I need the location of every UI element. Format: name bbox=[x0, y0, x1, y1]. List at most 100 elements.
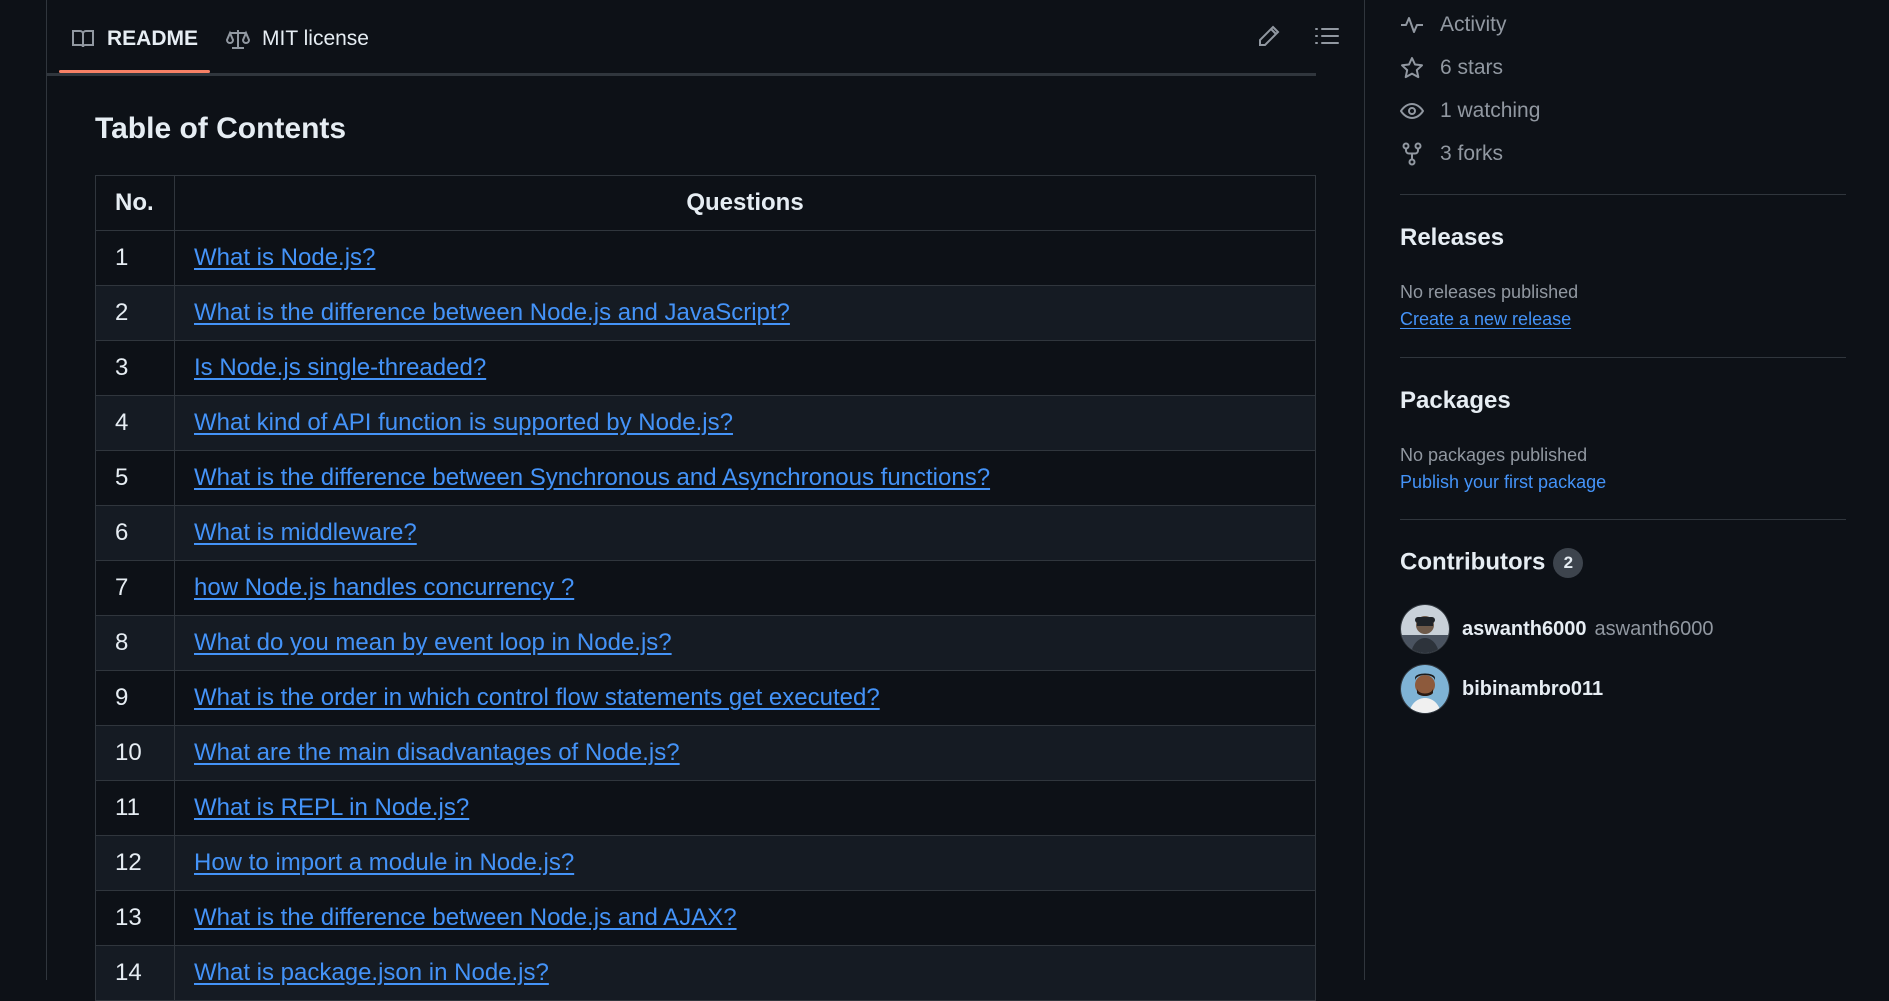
create-release-link[interactable]: Create a new release bbox=[1400, 309, 1571, 330]
question-cell: What do you mean by event loop in Node.j… bbox=[174, 615, 1316, 671]
question-link[interactable]: What is middleware? bbox=[194, 519, 417, 546]
question-cell: What is middleware? bbox=[174, 505, 1316, 561]
publish-package-link[interactable]: Publish your first package bbox=[1400, 472, 1606, 493]
question-cell: What is package.json in Node.js? bbox=[174, 945, 1316, 1001]
question-cell: What is the difference between Synchrono… bbox=[174, 450, 1316, 506]
contributors-heading[interactable]: Contributors 2 bbox=[1400, 548, 1584, 578]
fork-icon bbox=[1400, 142, 1424, 166]
question-link[interactable]: What are the main disadvantages of Node.… bbox=[194, 739, 680, 766]
watchers-label: 1 watching bbox=[1440, 99, 1541, 122]
question-cell: Is Node.js single-threaded? bbox=[174, 340, 1316, 396]
question-link[interactable]: how Node.js handles concurrency ? bbox=[194, 574, 574, 601]
activity-link[interactable]: Activity bbox=[1400, 10, 1507, 40]
readme-header: README MIT license bbox=[47, 0, 1364, 76]
question-cell: What is the difference between Node.js a… bbox=[174, 285, 1316, 341]
contributor-login: bibinambro011 bbox=[1462, 677, 1604, 700]
row-number: 5 bbox=[95, 450, 175, 506]
releases-heading[interactable]: Releases bbox=[1400, 224, 1504, 252]
outline-button[interactable] bbox=[1307, 20, 1347, 56]
question-link[interactable]: What is the difference between Synchrono… bbox=[194, 464, 990, 491]
row-number: 2 bbox=[95, 285, 175, 341]
table-row: 7 how Node.js handles concurrency ? bbox=[95, 560, 1316, 616]
contributor-item[interactable]: aswanth6000 aswanth6000 bbox=[1400, 604, 1714, 654]
releases-empty-text: No releases published bbox=[1400, 282, 1579, 302]
question-cell: How to import a module in Node.js? bbox=[174, 835, 1316, 891]
tab-readme[interactable]: README bbox=[59, 22, 211, 73]
question-link[interactable]: What is the difference between Node.js a… bbox=[194, 904, 737, 931]
contributor-login: aswanth6000 bbox=[1462, 617, 1587, 640]
question-link[interactable]: What do you mean by event loop in Node.j… bbox=[194, 629, 672, 656]
table-row: 8 What do you mean by event loop in Node… bbox=[95, 615, 1316, 671]
table-row: 9 What is the order in which control flo… bbox=[95, 670, 1316, 726]
question-cell: What is the order in which control flow … bbox=[174, 670, 1316, 726]
avatar bbox=[1400, 664, 1450, 714]
question-link[interactable]: How to import a module in Node.js? bbox=[194, 849, 574, 876]
pencil-icon bbox=[1257, 24, 1281, 53]
question-cell: What kind of API function is supported b… bbox=[174, 395, 1316, 451]
row-number: 14 bbox=[95, 945, 175, 1001]
question-cell: What is REPL in Node.js? bbox=[174, 780, 1316, 836]
contributor-item[interactable]: bibinambro011 bbox=[1400, 664, 1603, 714]
table-row: 5 What is the difference between Synchro… bbox=[95, 450, 1316, 506]
row-number: 4 bbox=[95, 395, 175, 451]
sidebar-separator bbox=[1400, 519, 1846, 520]
question-link[interactable]: What is the difference between Node.js a… bbox=[194, 299, 790, 326]
list-icon bbox=[1314, 24, 1340, 53]
stars-label: 6 stars bbox=[1440, 56, 1504, 79]
forks-label: 3 forks bbox=[1440, 142, 1504, 165]
column-header-no: No. bbox=[95, 175, 175, 231]
question-cell: What is the difference between Node.js a… bbox=[174, 890, 1316, 946]
readme-header-border bbox=[47, 73, 1316, 76]
forks-link[interactable]: 3 forks bbox=[1400, 139, 1503, 169]
table-row: 14 What is package.json in Node.js? bbox=[95, 945, 1316, 1001]
watchers-link[interactable]: 1 watching bbox=[1400, 96, 1540, 126]
question-link[interactable]: Is Node.js single-threaded? bbox=[194, 354, 486, 381]
contributors-title: Contributors bbox=[1400, 548, 1546, 576]
row-number: 6 bbox=[95, 505, 175, 561]
table-row: 3 Is Node.js single-threaded? bbox=[95, 340, 1316, 396]
question-link[interactable]: What is REPL in Node.js? bbox=[194, 794, 469, 821]
tab-readme-label: README bbox=[107, 27, 199, 50]
toc-heading: Table of Contents bbox=[95, 112, 347, 145]
row-number: 3 bbox=[95, 340, 175, 396]
law-icon bbox=[226, 28, 250, 50]
question-link[interactable]: What is Node.js? bbox=[194, 244, 375, 271]
contributor-name: aswanth6000 bbox=[1594, 617, 1714, 640]
question-cell: What is Node.js? bbox=[174, 230, 1316, 286]
sidebar-separator bbox=[1400, 194, 1846, 195]
question-link[interactable]: What is the order in which control flow … bbox=[194, 684, 880, 711]
table-row: 1 What is Node.js? bbox=[95, 230, 1316, 286]
table-row: 6 What is middleware? bbox=[95, 505, 1316, 561]
sidebar-separator bbox=[1400, 357, 1846, 358]
stars-link[interactable]: 6 stars bbox=[1400, 53, 1503, 83]
question-link[interactable]: What is package.json in Node.js? bbox=[194, 959, 549, 986]
tab-license-label: MIT license bbox=[262, 27, 369, 50]
question-cell: how Node.js handles concurrency ? bbox=[174, 560, 1316, 616]
row-number: 1 bbox=[95, 230, 175, 286]
activity-label: Activity bbox=[1440, 13, 1507, 36]
packages-empty-text: No packages published bbox=[1400, 445, 1588, 465]
table-row: 4 What kind of API function is supported… bbox=[95, 395, 1316, 451]
packages-heading[interactable]: Packages bbox=[1400, 387, 1511, 415]
tab-license[interactable]: MIT license bbox=[226, 22, 369, 56]
contributors-count-badge: 2 bbox=[1553, 548, 1584, 578]
row-number: 7 bbox=[95, 560, 175, 616]
row-number: 11 bbox=[95, 780, 175, 836]
column-header-questions: Questions bbox=[174, 175, 1316, 231]
table-header-row: No. Questions bbox=[95, 175, 1316, 231]
star-icon bbox=[1400, 56, 1424, 80]
edit-file-button[interactable] bbox=[1249, 20, 1289, 56]
question-link[interactable]: What kind of API function is supported b… bbox=[194, 409, 733, 436]
question-cell: What are the main disadvantages of Node.… bbox=[174, 725, 1316, 781]
sidebar-divider bbox=[1364, 0, 1365, 980]
left-border bbox=[46, 0, 47, 980]
table-row: 12 How to import a module in Node.js? bbox=[95, 835, 1316, 891]
book-icon bbox=[71, 28, 95, 50]
pulse-icon bbox=[1400, 15, 1424, 35]
row-number: 12 bbox=[95, 835, 175, 891]
row-number: 9 bbox=[95, 670, 175, 726]
table-row: 11 What is REPL in Node.js? bbox=[95, 780, 1316, 836]
table-row: 2 What is the difference between Node.js… bbox=[95, 285, 1316, 341]
table-row: 10 What are the main disadvantages of No… bbox=[95, 725, 1316, 781]
questions-table: No. Questions 1 What is Node.js? 2 What … bbox=[95, 175, 1316, 1001]
